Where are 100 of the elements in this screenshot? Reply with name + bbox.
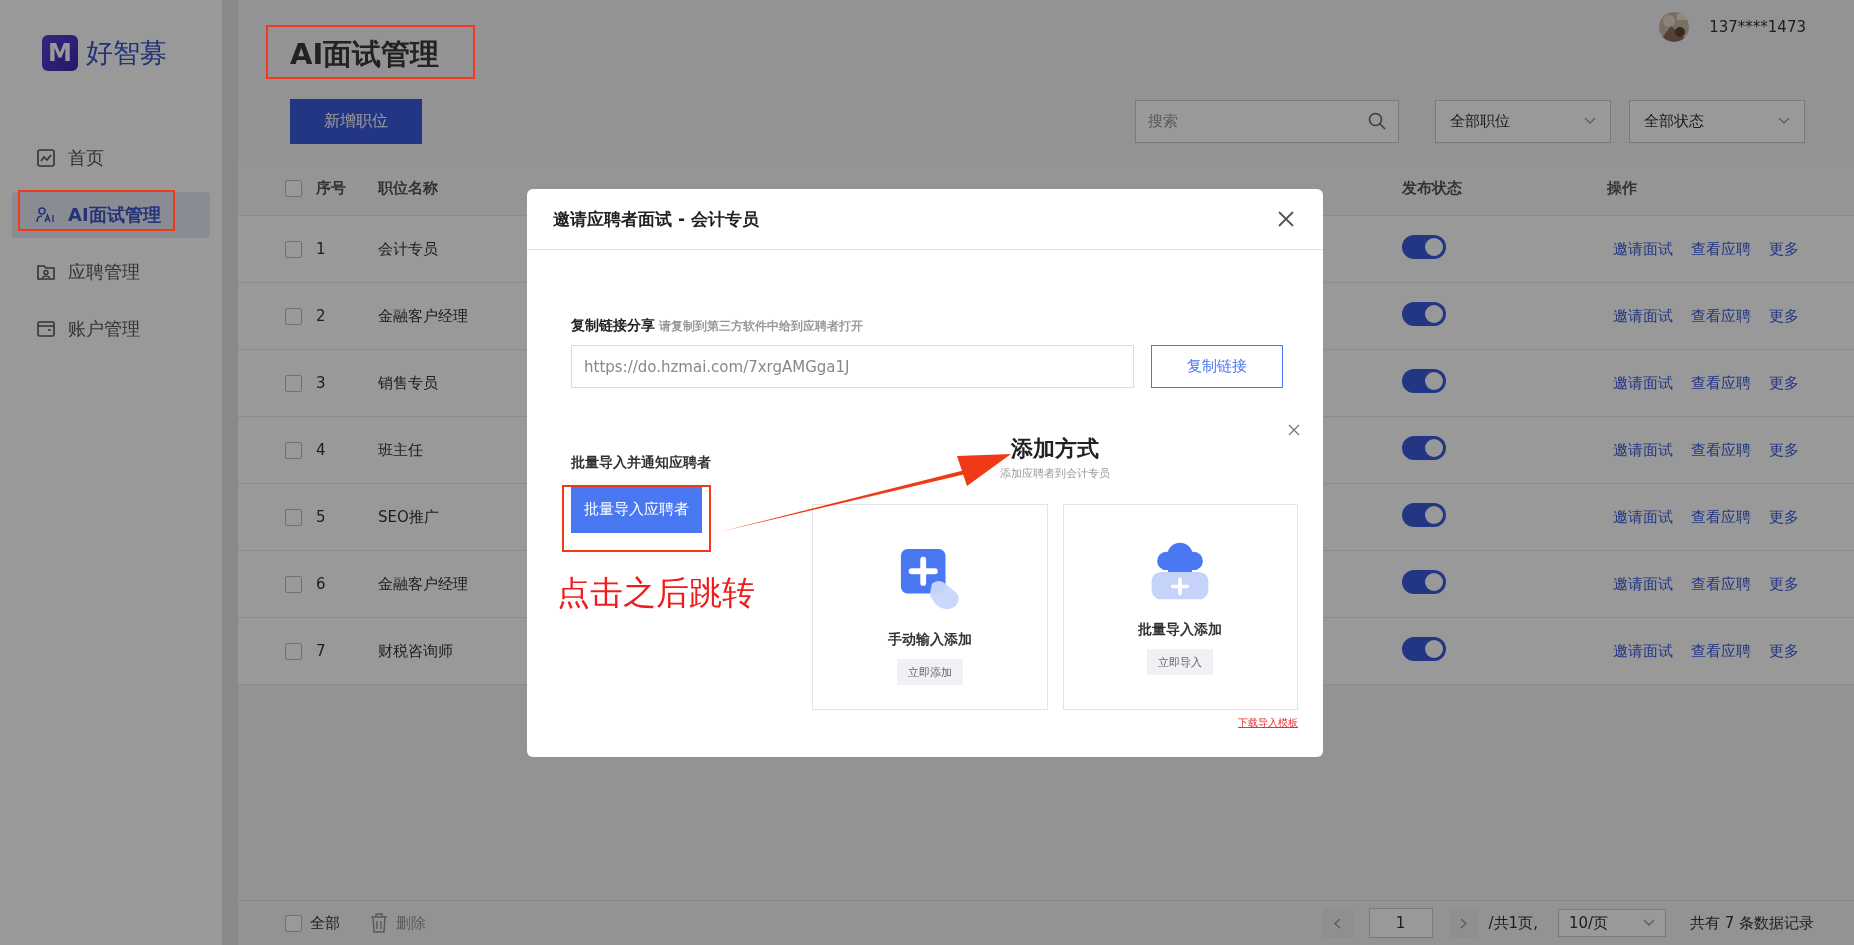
person-ai-icon xyxy=(36,205,56,225)
table-cell-text: 7 xyxy=(316,642,327,660)
publish-toggle[interactable] xyxy=(1402,235,1446,259)
action-link[interactable]: 更多 xyxy=(1769,239,1799,259)
chevron-down-icon xyxy=(1642,919,1655,927)
page-count: /共1页, xyxy=(1488,913,1538,933)
option-card[interactable]: 批量导入添加 立即导入 xyxy=(1062,504,1298,710)
publish-toggle[interactable] xyxy=(1402,369,1446,393)
option-button[interactable]: 立即导入 xyxy=(1147,649,1214,675)
option-card[interactable]: 手动输入添加 立即添加 xyxy=(812,504,1048,710)
add-position-button[interactable]: 新增职位 xyxy=(290,98,422,144)
action-link[interactable]: 邀请面试 xyxy=(1613,507,1673,527)
checkbox[interactable] xyxy=(285,441,302,459)
action-link[interactable]: 查看应聘 xyxy=(1691,440,1751,460)
action-link[interactable]: 邀请面试 xyxy=(1613,306,1673,326)
column-header: 发布状态 xyxy=(1402,179,1462,198)
page-title: AI面试管理 xyxy=(290,36,440,73)
checkbox[interactable] xyxy=(285,508,302,526)
table-cell-text: 4 xyxy=(316,441,327,459)
wallet-icon xyxy=(36,319,56,339)
page-input[interactable]: 1 xyxy=(1368,908,1433,938)
table-cell: SEO推广 xyxy=(378,507,439,527)
bulk-import-button[interactable]: 批量导入应聘者 xyxy=(571,486,702,533)
action-link[interactable]: 邀请面试 xyxy=(1613,641,1673,661)
chevron-right-icon xyxy=(1460,917,1468,929)
panel-subtitle: 添加应聘者到会计专员 xyxy=(999,466,1111,481)
column-header: 职位名称 xyxy=(378,179,438,198)
option-button[interactable]: 立即添加 xyxy=(896,659,963,685)
action-link[interactable]: 查看应聘 xyxy=(1691,641,1751,661)
sidebar-item[interactable]: 账户管理 xyxy=(12,306,210,352)
sidebar-item[interactable]: 首页 xyxy=(12,135,210,181)
sidebar-item[interactable]: AI面试管理 xyxy=(12,192,210,238)
table-cell: 会计专员 xyxy=(378,239,438,259)
chevron-left-icon xyxy=(1334,917,1342,929)
action-link[interactable]: 更多 xyxy=(1769,641,1799,661)
table-cell-text: 6 xyxy=(316,575,327,593)
action-link[interactable]: 更多 xyxy=(1769,373,1799,393)
select-all-label: 全部 xyxy=(310,913,340,933)
checkbox[interactable] xyxy=(285,374,302,392)
page-size-select[interactable]: 10/页 xyxy=(1557,909,1666,937)
action-link[interactable]: 邀请面试 xyxy=(1613,440,1673,460)
bulk-label: 批量导入并通知应聘者 xyxy=(571,454,712,472)
table-cell: 金融客户经理 xyxy=(378,574,468,594)
close-icon[interactable] xyxy=(1288,424,1300,436)
option-title: 手动输入添加 xyxy=(887,631,972,649)
checkbox[interactable] xyxy=(285,307,302,325)
checkbox[interactable] xyxy=(285,180,302,197)
action-link[interactable]: 查看应聘 xyxy=(1691,507,1751,527)
previous-page-button[interactable] xyxy=(1322,908,1353,938)
action-link[interactable]: 邀请面试 xyxy=(1613,574,1673,594)
template-link[interactable]: 下载导入模板 xyxy=(1238,716,1298,730)
action-link[interactable]: 查看应聘 xyxy=(1691,574,1751,594)
link-field[interactable]: https://do.hzmai.com/7xrgAMGga1J xyxy=(571,345,1134,388)
search-field[interactable]: 搜索 xyxy=(1135,99,1399,143)
panel-title: 添加方式 xyxy=(1010,435,1100,463)
table-cell-text: 1 xyxy=(316,240,327,258)
publish-toggle[interactable] xyxy=(1402,637,1446,661)
table-cell-text: 3 xyxy=(316,374,327,392)
table-cell: 班主任 xyxy=(378,440,423,460)
search-icon xyxy=(1368,112,1386,130)
publish-toggle[interactable] xyxy=(1402,302,1446,326)
logo: M xyxy=(42,35,78,71)
action-link[interactable]: 查看应聘 xyxy=(1691,239,1751,259)
publish-toggle[interactable] xyxy=(1402,503,1446,527)
delete-button[interactable]: 删除 xyxy=(370,913,426,933)
column-header: 操作 xyxy=(1607,179,1637,198)
chart-icon xyxy=(36,148,56,168)
table-cell: 金融客户经理 xyxy=(378,306,468,326)
next-page-button[interactable] xyxy=(1448,908,1479,938)
record-count: 共有 7 条数据记录 xyxy=(1689,913,1814,933)
table-cell-text: 5 xyxy=(316,508,327,526)
action-link[interactable]: 更多 xyxy=(1769,306,1799,326)
trash-icon xyxy=(370,913,388,933)
action-link[interactable]: 更多 xyxy=(1769,507,1799,527)
copy-link-button[interactable]: 复制链接 xyxy=(1151,345,1283,388)
publish-toggle[interactable] xyxy=(1402,570,1446,594)
action-link[interactable]: 邀请面试 xyxy=(1613,239,1673,259)
table-cell-text: 2 xyxy=(316,307,327,325)
close-icon[interactable] xyxy=(1277,210,1295,228)
user-name: 137****1473 xyxy=(1709,18,1806,36)
checkbox[interactable] xyxy=(285,575,302,593)
filter-select[interactable]: 全部状态 xyxy=(1629,99,1805,143)
checkbox[interactable] xyxy=(285,642,302,660)
checkbox[interactable] xyxy=(285,240,302,258)
table-cell: 销售专员 xyxy=(378,373,438,393)
sidebar-item[interactable]: 应聘管理 xyxy=(12,249,210,295)
action-link[interactable]: 更多 xyxy=(1769,574,1799,594)
option-title: 批量导入添加 xyxy=(1138,621,1223,639)
checkbox[interactable] xyxy=(285,914,302,932)
action-link[interactable]: 查看应聘 xyxy=(1691,373,1751,393)
share-hint: 请复制到第三方软件中给到应聘者打开 xyxy=(659,319,864,333)
publish-toggle[interactable] xyxy=(1402,436,1446,460)
action-link[interactable]: 邀请面试 xyxy=(1613,373,1673,393)
chevron-down-icon xyxy=(1584,117,1596,125)
action-link[interactable]: 更多 xyxy=(1769,440,1799,460)
annotation-text: 点击之后跳转 xyxy=(557,572,756,614)
brand-name: 好智募 xyxy=(86,36,167,70)
filter-select[interactable]: 全部职位 xyxy=(1435,99,1611,143)
chevron-down-icon xyxy=(1778,117,1790,125)
action-link[interactable]: 查看应聘 xyxy=(1691,306,1751,326)
